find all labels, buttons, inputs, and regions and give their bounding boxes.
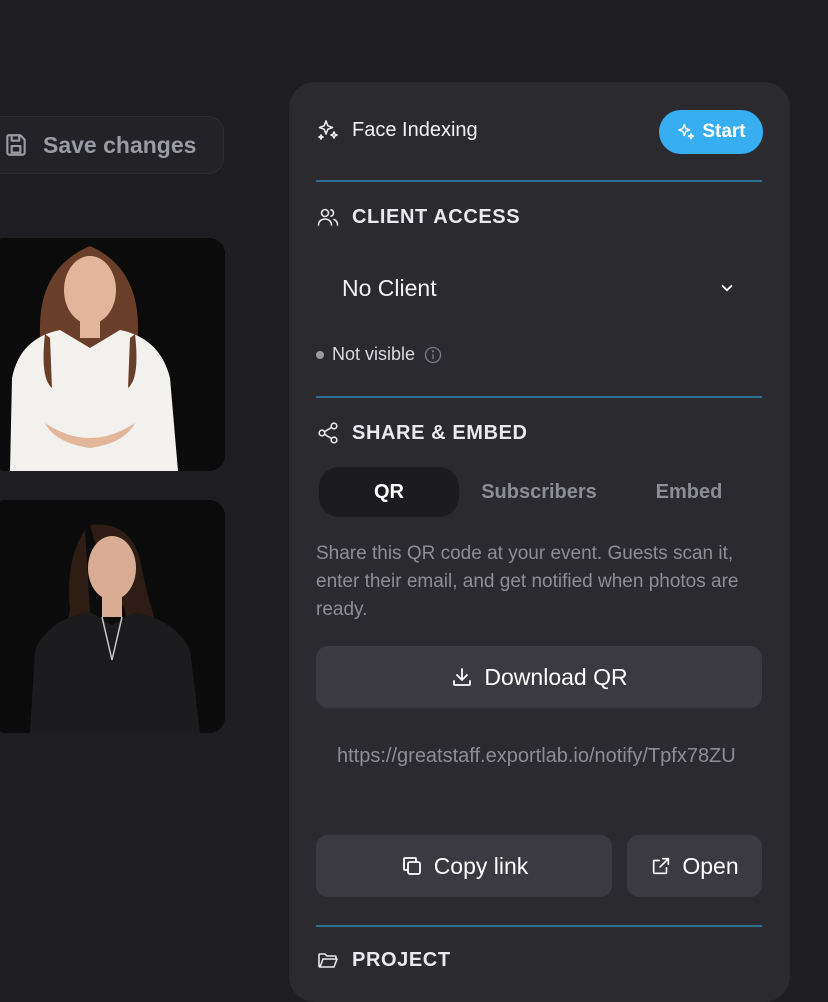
download-qr-label: Download QR	[484, 663, 628, 690]
settings-panel: Face Indexing Start CLIENT ACCESS No Cli…	[289, 82, 790, 1002]
save-icon	[6, 134, 26, 156]
open-link-button[interactable]: Open	[627, 835, 762, 897]
save-changes-button[interactable]: Save changes	[0, 116, 224, 174]
chevron-down-icon	[721, 284, 733, 292]
client-access-title: CLIENT ACCESS	[352, 205, 521, 228]
copy-link-button[interactable]: Copy link	[316, 835, 612, 897]
external-link-icon	[653, 857, 670, 875]
info-icon[interactable]	[423, 345, 443, 365]
share-icon	[318, 422, 338, 444]
project-header: PROJECT	[316, 948, 451, 972]
notify-url: https://greatstaff.exportlab.io/notify/T…	[337, 745, 736, 767]
qr-description: Share this QR code at your event. Guests…	[316, 543, 739, 620]
copy-link-label: Copy link	[433, 852, 529, 879]
face-indexing-title: Face Indexing	[352, 118, 478, 141]
status-dot	[316, 350, 324, 359]
open-label: Open	[682, 852, 739, 879]
folder-open-icon	[318, 953, 338, 968]
portrait-image	[0, 500, 225, 733]
section-divider	[316, 180, 762, 182]
sparkles-icon	[318, 120, 338, 140]
tab-qr[interactable]: QR	[319, 467, 459, 517]
share-embed-header: SHARE & EMBED	[316, 421, 528, 445]
visibility-status: Not visible	[316, 344, 443, 365]
tab-subscribers[interactable]: Subscribers	[459, 467, 619, 517]
photo-thumbnail[interactable]	[0, 500, 225, 733]
download-icon	[453, 668, 472, 686]
project-title: PROJECT	[352, 948, 451, 971]
section-divider	[316, 396, 762, 398]
client-select-value: No Client	[342, 274, 437, 301]
start-label: Start	[702, 121, 746, 142]
download-qr-button[interactable]: Download QR	[316, 646, 762, 708]
photo-thumbnail[interactable]	[0, 238, 225, 471]
users-icon	[317, 208, 339, 226]
client-select[interactable]: No Client	[316, 262, 762, 314]
share-tabs: QR Subscribers Embed	[319, 467, 759, 517]
client-access-header: CLIENT ACCESS	[316, 205, 520, 229]
tab-embed[interactable]: Embed	[619, 467, 759, 517]
portrait-image	[0, 238, 225, 471]
sparkles-icon	[678, 123, 695, 140]
copy-icon	[402, 857, 421, 875]
face-indexing-header: Face Indexing	[316, 118, 478, 142]
share-embed-title: SHARE & EMBED	[352, 421, 528, 444]
start-indexing-button[interactable]: Start	[659, 110, 763, 154]
save-changes-label: Save changes	[43, 131, 197, 158]
visibility-label: Not visible	[332, 344, 416, 364]
section-divider	[316, 925, 762, 927]
